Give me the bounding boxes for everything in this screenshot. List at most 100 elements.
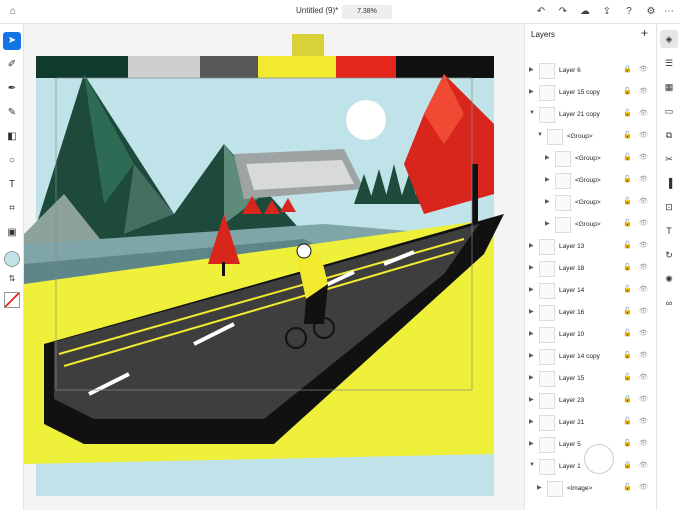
visibility-eye-icon[interactable]: 👁 bbox=[639, 439, 648, 447]
chevron-right-icon[interactable]: ▶ bbox=[545, 198, 550, 205]
direct-select-icon[interactable]: ✐ bbox=[3, 56, 21, 74]
chevron-right-icon[interactable]: ▶ bbox=[529, 286, 534, 293]
link-icon[interactable]: ∞ bbox=[660, 294, 678, 312]
visibility-eye-icon[interactable]: 👁 bbox=[639, 197, 648, 205]
unlock-icon[interactable]: 🔓 bbox=[623, 241, 632, 249]
artwork[interactable] bbox=[24, 24, 524, 510]
visibility-eye-icon[interactable]: 👁 bbox=[639, 351, 648, 359]
pencil-icon[interactable]: ✎ bbox=[3, 104, 21, 122]
align-icon[interactable]: ▐ bbox=[660, 174, 678, 192]
layer-row[interactable]: ▶ Layer 15 copy 🔓 👁 bbox=[525, 82, 657, 104]
pathfinder-icon[interactable]: ⧉ bbox=[660, 126, 678, 144]
layer-row[interactable]: ▼ Layer 21 copy 🔓 👁 bbox=[525, 104, 657, 126]
layer-row[interactable]: ▶ Layer 18 🔓 👁 bbox=[525, 258, 657, 280]
visibility-eye-icon[interactable]: 👁 bbox=[639, 219, 648, 227]
lock-icon[interactable]: 🔒 bbox=[623, 461, 632, 469]
add-layer-icon[interactable]: + bbox=[641, 26, 648, 40]
visibility-eye-icon[interactable]: 👁 bbox=[639, 263, 648, 271]
cloud-icon[interactable]: ☁ bbox=[578, 5, 592, 19]
gear-icon[interactable]: ✺ bbox=[660, 270, 678, 288]
settings-icon[interactable]: ⚙ bbox=[644, 5, 658, 19]
visibility-eye-icon[interactable]: 👁 bbox=[639, 131, 648, 139]
chevron-right-icon[interactable]: ▶ bbox=[545, 220, 550, 227]
layer-row[interactable]: ▶ Layer 6 🔒 👁 bbox=[525, 60, 657, 82]
layer-row[interactable]: ▶ Layer 10 🔓 👁 bbox=[525, 324, 657, 346]
more-icon[interactable]: ⋯ bbox=[662, 5, 676, 19]
visibility-eye-icon[interactable]: 👁 bbox=[639, 395, 648, 403]
type-panel-icon[interactable]: T bbox=[660, 222, 678, 240]
chevron-right-icon[interactable]: ▶ bbox=[529, 88, 534, 95]
chevron-right-icon[interactable]: ▶ bbox=[529, 264, 534, 271]
unlock-icon[interactable]: 🔓 bbox=[623, 87, 632, 95]
home-icon[interactable]: ⌂ bbox=[6, 5, 20, 19]
visibility-eye-icon[interactable]: 👁 bbox=[639, 175, 648, 183]
visibility-eye-icon[interactable]: 👁 bbox=[639, 417, 648, 425]
unlock-icon[interactable]: 🔓 bbox=[623, 439, 632, 447]
chevron-right-icon[interactable]: ▶ bbox=[529, 242, 534, 249]
layer-row[interactable]: ▶ Layer 14 copy 🔓 👁 bbox=[525, 346, 657, 368]
layer-row[interactable]: ▶ Layer 14 🔓 👁 bbox=[525, 280, 657, 302]
eraser-icon[interactable]: ◧ bbox=[3, 128, 21, 146]
chevron-right-icon[interactable]: ▶ bbox=[529, 440, 534, 447]
fill-color-swatch[interactable] bbox=[4, 251, 20, 267]
layer-row[interactable]: ▶ Layer 13 🔓 👁 bbox=[525, 236, 657, 258]
unlock-icon[interactable]: 🔓 bbox=[623, 351, 632, 359]
unlock-icon[interactable]: 🔓 bbox=[623, 329, 632, 337]
layer-row[interactable]: ▶ <Group> 🔓 👁 bbox=[525, 170, 657, 192]
visibility-eye-icon[interactable]: 👁 bbox=[639, 87, 648, 95]
visibility-eye-icon[interactable]: 👁 bbox=[639, 285, 648, 293]
unlock-icon[interactable]: 🔓 bbox=[623, 285, 632, 293]
chevron-right-icon[interactable]: ▶ bbox=[529, 352, 534, 359]
layer-row[interactable]: ▶ <Group> 🔓 👁 bbox=[525, 214, 657, 236]
swap-colors-icon[interactable]: ⇅ bbox=[3, 270, 21, 288]
unlock-icon[interactable]: 🔓 bbox=[623, 219, 632, 227]
pen-icon[interactable]: ✒ bbox=[3, 80, 21, 98]
unlock-icon[interactable]: 🔓 bbox=[623, 109, 632, 117]
shape-icon[interactable]: ○ bbox=[3, 152, 21, 170]
chevron-down-icon[interactable]: ▼ bbox=[537, 132, 543, 138]
transform-icon[interactable]: ⊡ bbox=[660, 198, 678, 216]
stroke-color-swatch[interactable] bbox=[4, 292, 20, 308]
text-icon[interactable]: T bbox=[3, 176, 21, 194]
undo-icon[interactable]: ↶ bbox=[534, 5, 548, 19]
layer-row[interactable]: ▶ <Group> 🔓 👁 bbox=[525, 192, 657, 214]
chevron-right-icon[interactable]: ▶ bbox=[529, 66, 534, 73]
chevron-right-icon[interactable]: ▶ bbox=[545, 176, 550, 183]
visibility-eye-icon[interactable]: 👁 bbox=[639, 483, 648, 491]
unlock-icon[interactable]: 🔓 bbox=[623, 417, 632, 425]
visibility-eye-icon[interactable]: 👁 bbox=[639, 153, 648, 161]
chevron-right-icon[interactable]: ▶ bbox=[529, 418, 534, 425]
cut-icon[interactable]: ✂ bbox=[660, 150, 678, 168]
chevron-right-icon[interactable]: ▶ bbox=[537, 484, 542, 491]
visibility-eye-icon[interactable]: 👁 bbox=[639, 373, 648, 381]
visibility-eye-icon[interactable]: 👁 bbox=[639, 329, 648, 337]
visibility-eye-icon[interactable]: 👁 bbox=[639, 65, 648, 73]
properties-icon[interactable]: ☰ bbox=[660, 54, 678, 72]
unlock-icon[interactable]: 🔓 bbox=[623, 197, 632, 205]
unlock-icon[interactable]: 🔓 bbox=[623, 307, 632, 315]
chevron-right-icon[interactable]: ▶ bbox=[529, 308, 534, 315]
unlock-icon[interactable]: 🔓 bbox=[623, 131, 632, 139]
image-icon[interactable]: ▣ bbox=[3, 224, 21, 242]
zoom-level[interactable]: 7.38% bbox=[342, 5, 392, 19]
unlock-icon[interactable]: 🔓 bbox=[623, 483, 632, 491]
lock-icon[interactable]: 🔒 bbox=[623, 65, 632, 73]
redo-icon[interactable]: ↷ bbox=[556, 5, 570, 19]
layer-row[interactable]: ▶ Layer 21 🔓 👁 bbox=[525, 412, 657, 434]
layer-row[interactable]: ▶ Layer 15 🔓 👁 bbox=[525, 368, 657, 390]
chevron-right-icon[interactable]: ▶ bbox=[529, 330, 534, 337]
layer-row[interactable]: ▶ <image> 🔓 👁 bbox=[525, 478, 657, 500]
canvas[interactable] bbox=[24, 24, 524, 510]
chevron-right-icon[interactable]: ▶ bbox=[545, 154, 550, 161]
unlock-icon[interactable]: 🔓 bbox=[623, 175, 632, 183]
document-title[interactable]: Untitled (9)* bbox=[296, 6, 338, 15]
crop-icon[interactable]: ⌗ bbox=[3, 200, 21, 218]
libraries-icon[interactable]: ▦ bbox=[660, 78, 678, 96]
share-icon[interactable]: ⇪ bbox=[600, 5, 614, 19]
layer-row[interactable]: ▶ Layer 16 🔓 👁 bbox=[525, 302, 657, 324]
layer-row[interactable]: ▶ <Group> 🔓 👁 bbox=[525, 148, 657, 170]
curve-icon[interactable]: ↻ bbox=[660, 246, 678, 264]
touch-shortcut[interactable] bbox=[584, 444, 614, 474]
chevron-right-icon[interactable]: ▶ bbox=[529, 374, 534, 381]
select-icon[interactable]: ➤ bbox=[3, 32, 21, 50]
